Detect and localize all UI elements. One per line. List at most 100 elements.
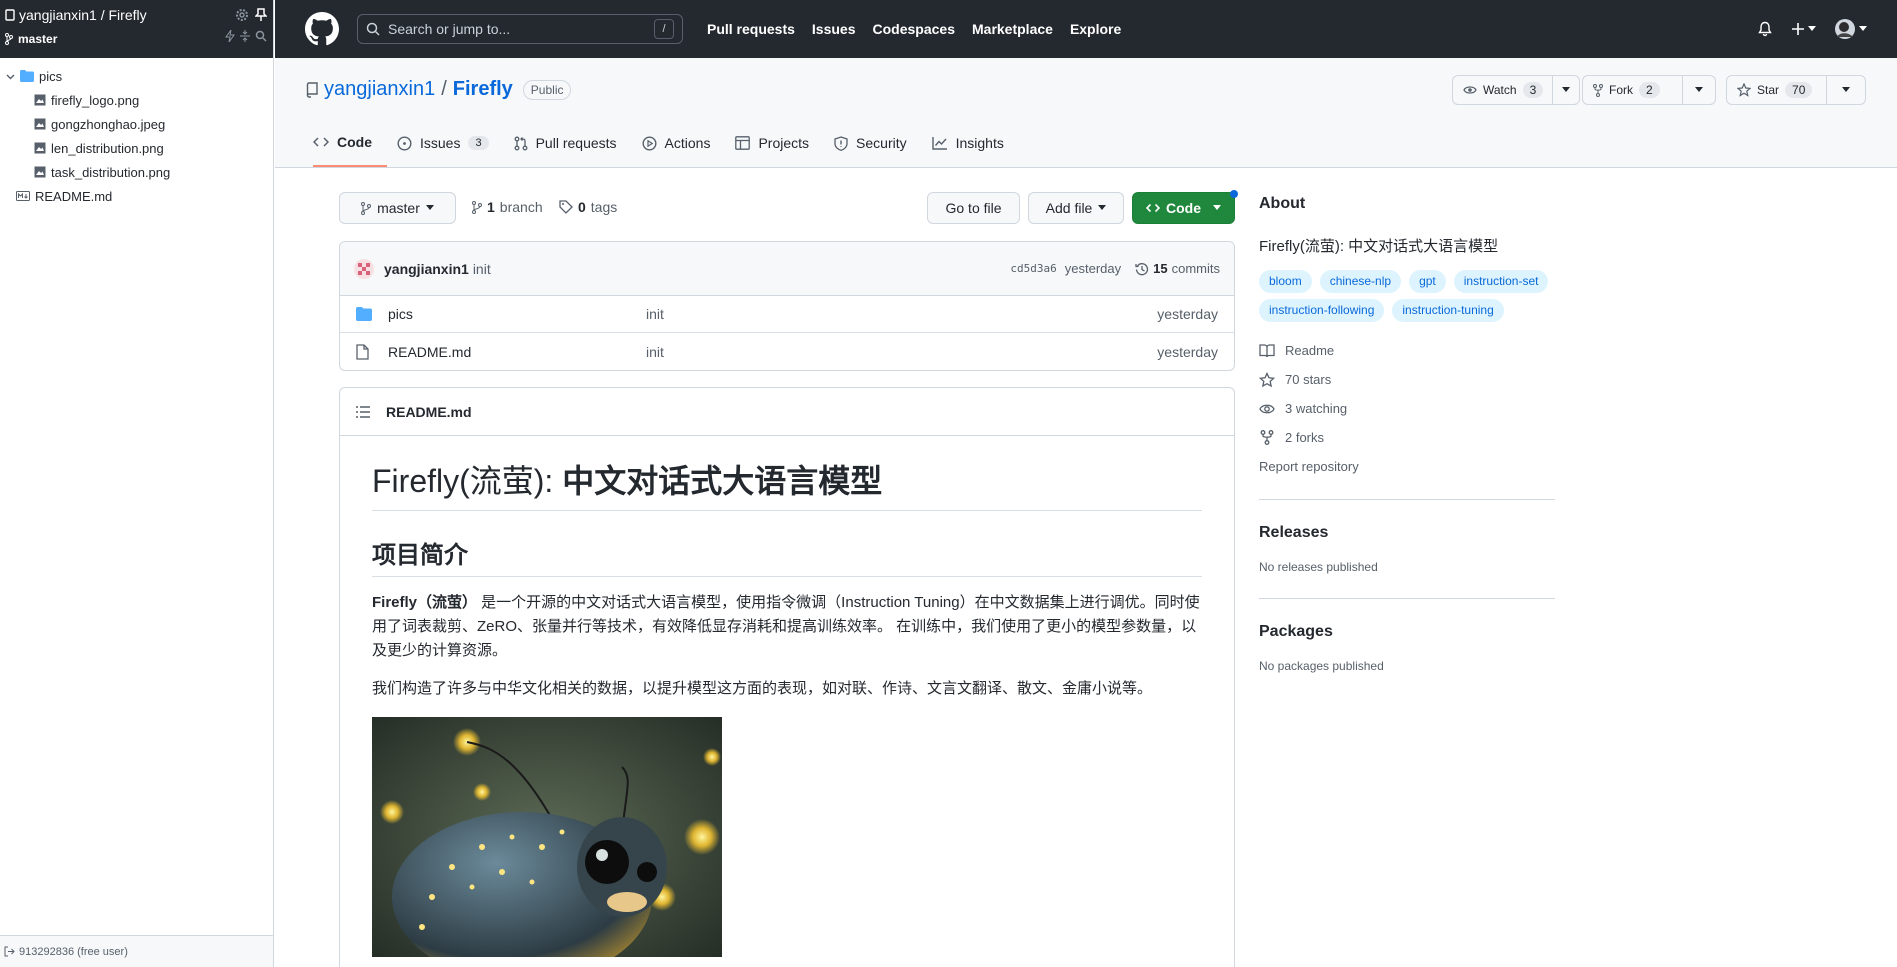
go-to-file-button[interactable]: Go to file <box>927 192 1020 224</box>
sidebar-repo-link[interactable]: yangjianxin1 / Firefly <box>5 6 267 24</box>
releases-heading[interactable]: Releases <box>1259 524 1555 542</box>
nav-codespaces[interactable]: Codespaces <box>873 21 955 37</box>
file-row[interactable]: pics init yesterday <box>340 296 1234 333</box>
tab-security[interactable]: Security <box>834 119 922 167</box>
commits-link[interactable]: 15 commits <box>1135 261 1220 276</box>
collapse-icon[interactable] <box>239 30 251 42</box>
search-icon[interactable] <box>255 30 267 42</box>
graph-icon <box>931 136 948 150</box>
topic-tag[interactable]: bloom <box>1259 270 1312 293</box>
tab-pull-requests[interactable]: Pull requests <box>514 119 632 167</box>
sidebar-user-label: 913292836 (free user) <box>19 945 128 958</box>
watch-button[interactable]: Watch 3 <box>1452 75 1580 105</box>
readme-link[interactable]: Readme <box>1259 336 1555 365</box>
topic-tag[interactable]: instruction-set <box>1453 270 1549 293</box>
readme-bold-text: Firefly（流萤） <box>372 594 478 611</box>
commit-message[interactable]: init <box>473 261 491 277</box>
sidebar-header: yangjianxin1 / Firefly master <box>0 0 273 58</box>
tree-item-file[interactable]: task_distribution.png <box>0 160 273 184</box>
file-name-link[interactable]: README.md <box>388 344 471 360</box>
global-search-input[interactable]: Search or jump to... / <box>357 14 683 44</box>
eye-icon <box>1463 85 1477 95</box>
tab-actions[interactable]: Actions <box>642 119 726 167</box>
file-commit-message[interactable]: init <box>646 306 664 322</box>
about-sidebar: About Firefly(流萤): 中文对话式大语言模型 bloom chin… <box>1259 195 1555 673</box>
meta-label: 3 watching <box>1285 401 1348 416</box>
github-logo-icon[interactable] <box>305 12 339 46</box>
readme-header: README.md <box>340 388 1234 436</box>
bell-icon[interactable] <box>1757 21 1773 37</box>
meta-label: Readme <box>1285 343 1335 358</box>
readme-title-main: 中文对话式大语言模型 <box>562 463 883 499</box>
fork-dropdown[interactable] <box>1683 76 1715 104</box>
star-icon <box>1259 371 1275 388</box>
caret-down-icon <box>1808 26 1816 31</box>
about-description: Firefly(流萤): 中文对话式大语言模型 <box>1259 238 1499 255</box>
sign-out-icon[interactable] <box>4 946 15 957</box>
repo-icon <box>5 9 15 21</box>
user-menu-button[interactable] <box>1834 18 1867 40</box>
branches-link[interactable]: 1 branch <box>472 199 543 215</box>
tree-item-file[interactable]: firefly_logo.png <box>0 88 273 112</box>
watch-dropdown[interactable] <box>1553 76 1579 104</box>
tab-code[interactable]: Code <box>313 119 387 167</box>
fork-button[interactable]: Fork 2 <box>1582 75 1716 105</box>
caret-down-icon <box>1695 87 1703 92</box>
star-button[interactable]: Star 70 <box>1726 75 1866 105</box>
tree-item-label: README.md <box>35 188 113 204</box>
list-icon[interactable] <box>356 405 370 418</box>
notification-dot <box>1230 190 1238 198</box>
file-commit-message[interactable]: init <box>646 344 664 360</box>
repo-tabs: Code Issues 3 Pull requests Actions Proj… <box>313 119 1029 167</box>
tab-insights[interactable]: Insights <box>931 119 1019 167</box>
topic-tag[interactable]: chinese-nlp <box>1319 270 1402 293</box>
report-repository-link[interactable]: Report repository <box>1259 452 1555 481</box>
forks-link[interactable]: 2 forks <box>1259 423 1555 452</box>
tree-item-file[interactable]: README.md <box>0 184 273 208</box>
commit-sha[interactable]: cd5d3a6 <box>1010 262 1056 275</box>
tree-item-file[interactable]: len_distribution.png <box>0 136 273 160</box>
chevron-down-icon[interactable] <box>6 72 15 81</box>
repo-owner-link[interactable]: yangjianxin1 <box>324 78 435 101</box>
tab-label: Code <box>337 134 372 150</box>
file-row[interactable]: README.md init yesterday <box>340 333 1234 370</box>
stars-link[interactable]: 70 stars <box>1259 365 1555 394</box>
tree-item-file[interactable]: gongzhonghao.jpeg <box>0 112 273 136</box>
meta-label: 70 stars <box>1285 372 1332 387</box>
nav-issues[interactable]: Issues <box>812 21 856 37</box>
star-dropdown[interactable] <box>1827 76 1865 104</box>
repo-name-link[interactable]: Firefly <box>453 78 513 101</box>
tab-projects[interactable]: Projects <box>735 119 824 167</box>
nav-pull-requests[interactable]: Pull requests <box>707 21 795 37</box>
lightning-icon[interactable] <box>225 30 235 42</box>
pin-icon[interactable] <box>255 8 267 22</box>
branch-label: master <box>377 200 420 216</box>
file-name-link[interactable]: pics <box>388 306 413 322</box>
code-button[interactable]: Code <box>1132 192 1235 224</box>
branch-icon <box>361 201 372 215</box>
topic-tag[interactable]: instruction-following <box>1259 299 1385 322</box>
tags-link[interactable]: 0 tags <box>559 199 617 215</box>
watchers-link[interactable]: 3 watching <box>1259 394 1555 423</box>
topic-tag[interactable]: instruction-tuning <box>1392 299 1504 322</box>
go-to-file-label: Go to file <box>945 200 1002 216</box>
add-file-button[interactable]: Add file <box>1028 192 1124 224</box>
caret-down-icon <box>1098 205 1107 210</box>
packages-empty-text: No packages published <box>1259 659 1384 673</box>
file-commit-date: yesterday <box>1157 306 1218 322</box>
nav-explore[interactable]: Explore <box>1070 21 1121 37</box>
tab-issues[interactable]: Issues 3 <box>397 119 504 167</box>
image-file-icon <box>34 142 46 154</box>
search-placeholder: Search or jump to... <box>388 21 511 37</box>
topic-tag[interactable]: gpt <box>1409 270 1446 293</box>
readme-paragraph-text: 是一个开源的中文对话式大语言模型，使用指令微调（Instruction Tuni… <box>372 594 1200 659</box>
branch-icon <box>472 200 482 214</box>
packages-heading[interactable]: Packages <box>1259 623 1555 641</box>
nav-marketplace[interactable]: Marketplace <box>972 21 1053 37</box>
gear-icon[interactable] <box>235 8 249 22</box>
create-new-button[interactable] <box>1791 22 1816 36</box>
author-avatar[interactable] <box>354 258 374 279</box>
commit-author[interactable]: yangjianxin1 <box>384 261 469 277</box>
tree-item-folder[interactable]: pics <box>0 64 273 88</box>
branch-selector-button[interactable]: master <box>339 192 456 224</box>
